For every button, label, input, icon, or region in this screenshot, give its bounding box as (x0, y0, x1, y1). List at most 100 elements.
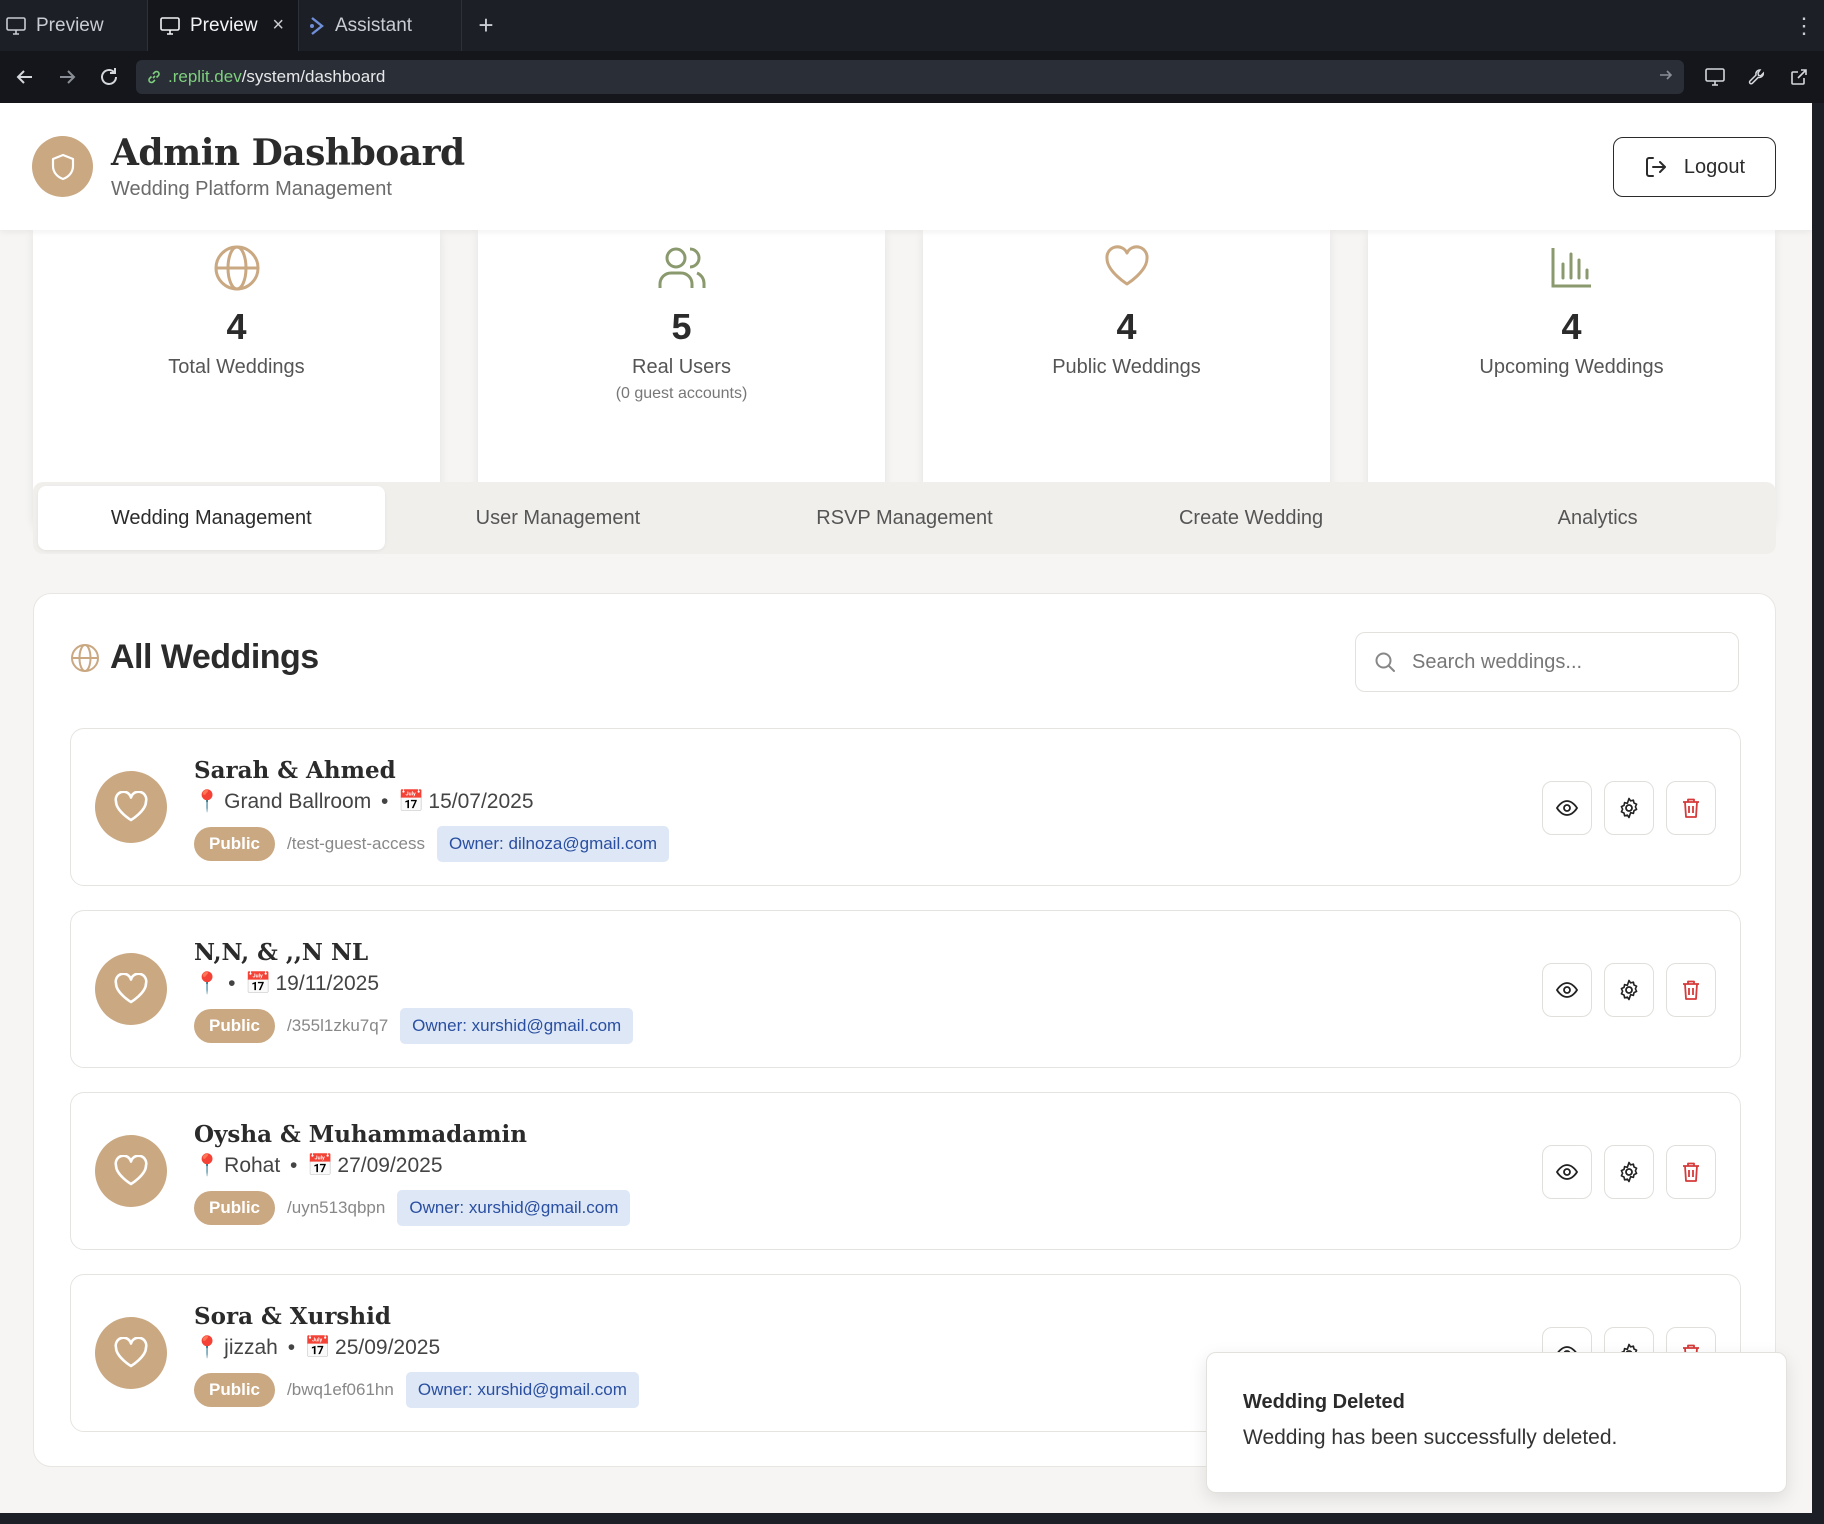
toast-message: Wedding has been successfully deleted. (1243, 1426, 1618, 1449)
pin-icon: 📍 (194, 1336, 221, 1359)
owner-badge: Owner: xurshid@gmail.com (400, 1008, 634, 1044)
browser-tab-label: Assistant (335, 14, 413, 36)
globe-icon (71, 643, 99, 672)
gear-icon (1620, 979, 1638, 1001)
page-title: Admin Dashboard (111, 132, 465, 174)
back-icon[interactable] (8, 60, 42, 94)
owner-badge: Owner: xurshid@gmail.com (397, 1190, 631, 1226)
gear-icon (1620, 1161, 1638, 1183)
browser-tab-assistant[interactable]: Assistant (299, 0, 462, 51)
calendar-icon: 📅 (304, 1336, 332, 1359)
calendar-icon: 📅 (398, 790, 425, 813)
wedding-venue: Grand Ballroom (224, 790, 372, 813)
wedding-name: Sora & Xurshid (194, 1303, 391, 1330)
wedding-venue: Rohat (224, 1154, 281, 1177)
wedding-card: Sarah & Ahmed 📍 Grand Ballroom • 📅 15/07… (70, 728, 1741, 886)
close-icon[interactable]: × (272, 14, 284, 37)
wedding-slug: /test-guest-access (287, 834, 425, 853)
pin-icon: 📍 (194, 972, 221, 995)
tab-rsvp-management[interactable]: RSVP Management (731, 486, 1078, 550)
wedding-venue: jizzah (224, 1336, 278, 1359)
open-external-icon[interactable] (1782, 60, 1816, 94)
tab-create-wedding[interactable]: Create Wedding (1078, 486, 1425, 550)
heart-icon (114, 1337, 148, 1368)
browser-tab-bar: Preview Preview × Assistant + ⋮ (0, 0, 1824, 51)
wedding-avatar (95, 771, 167, 843)
monitor-icon (6, 16, 26, 35)
separator: • (375, 790, 395, 813)
tab-user-management[interactable]: User Management (385, 486, 732, 550)
eye-icon (1556, 1164, 1578, 1180)
panel-title: All Weddings (110, 638, 319, 676)
users-icon (658, 247, 705, 288)
view-button[interactable] (1542, 781, 1592, 835)
stat-value: 4 (226, 306, 247, 347)
toast-notification[interactable]: Wedding Deleted Wedding has been success… (1206, 1352, 1787, 1493)
separator: • (284, 1154, 304, 1177)
stat-label: Real Users (632, 356, 731, 378)
settings-button[interactable] (1604, 1145, 1654, 1199)
logout-button[interactable]: Logout (1613, 137, 1776, 197)
browser-tab-preview[interactable]: Preview (0, 0, 148, 51)
view-button[interactable] (1542, 1145, 1592, 1199)
url-path: /system/dashboard (241, 67, 386, 86)
stat-value: 5 (671, 306, 692, 347)
wedding-avatar (95, 1317, 167, 1389)
app-viewport: Admin Dashboard Wedding Platform Managem… (0, 103, 1812, 1513)
tab-analytics[interactable]: Analytics (1424, 486, 1771, 550)
window-bottom-edge (0, 1513, 1824, 1524)
scrollbar[interactable] (1812, 103, 1824, 1513)
search-input[interactable] (1412, 650, 1712, 674)
calendar-icon: 📅 (245, 972, 272, 995)
trash-icon (1683, 980, 1699, 1000)
device-preview-icon[interactable] (1698, 60, 1732, 94)
reload-icon[interactable] (92, 60, 126, 94)
wedding-meta: 📍 Grand Ballroom • 📅 15/07/2025 (194, 790, 534, 814)
weddings-panel: All Weddings Sarah & Ahmed 📍 Grand Ballr… (33, 593, 1776, 1467)
heart-icon (1104, 245, 1149, 286)
wedding-name: Sarah & Ahmed (194, 757, 396, 784)
delete-button[interactable] (1666, 781, 1716, 835)
delete-button[interactable] (1666, 963, 1716, 1017)
settings-button[interactable] (1604, 781, 1654, 835)
browser-tab-preview-active[interactable]: Preview × (148, 0, 299, 51)
go-arrow-icon[interactable] (1658, 67, 1674, 88)
wedding-slug: /355l1zku7q7 (287, 1016, 389, 1035)
gear-icon (1620, 797, 1638, 819)
wedding-card: Oysha & Muhammadamin 📍 Rohat • 📅 27/09/2… (70, 1092, 1741, 1250)
address-bar[interactable]: .replit.dev/system/dashboard (136, 60, 1684, 94)
tab-wedding-management[interactable]: Wedding Management (38, 486, 385, 550)
wedding-meta: 📍 Rohat • 📅 27/09/2025 (194, 1154, 443, 1178)
stat-note: (0 guest accounts) (615, 385, 748, 402)
view-button[interactable] (1542, 963, 1592, 1017)
wedding-date: 25/09/2025 (335, 1336, 441, 1359)
forward-icon[interactable] (50, 60, 84, 94)
wedding-slug: /bwq1ef061hn (287, 1380, 394, 1399)
wedding-name: Oysha & Muhammadamin (194, 1121, 527, 1148)
wedding-avatar (95, 1135, 167, 1207)
bar-chart-icon (1551, 248, 1591, 288)
stat-label: Total Weddings (168, 356, 305, 378)
logout-icon (1645, 157, 1666, 177)
more-vertical-icon[interactable]: ⋮ (1784, 0, 1824, 51)
calendar-icon: 📅 (307, 1154, 334, 1177)
stat-value: 4 (1116, 306, 1137, 347)
trash-icon (1683, 798, 1699, 818)
status-badge: Public (194, 1009, 276, 1043)
delete-button[interactable] (1666, 1145, 1716, 1199)
new-tab-icon[interactable]: + (462, 0, 510, 51)
section-tabs: Wedding Management User Management RSVP … (33, 482, 1776, 554)
stat-value: 4 (1561, 306, 1582, 347)
devtools-wrench-icon[interactable] (1740, 60, 1774, 94)
wedding-meta: 📍 • 📅 19/11/2025 (194, 972, 379, 996)
wedding-date: 15/07/2025 (428, 790, 534, 813)
separator: • (228, 972, 242, 995)
trash-icon (1683, 1162, 1699, 1182)
settings-button[interactable] (1604, 963, 1654, 1017)
page-subtitle: Wedding Platform Management (111, 178, 392, 200)
owner-badge: Owner: xurshid@gmail.com (405, 1372, 639, 1408)
search-box[interactable] (1355, 632, 1739, 692)
wedding-date: 19/11/2025 (275, 972, 380, 995)
wedding-slug: /uyn513qbpn (287, 1198, 386, 1217)
wedding-avatar (95, 953, 167, 1025)
